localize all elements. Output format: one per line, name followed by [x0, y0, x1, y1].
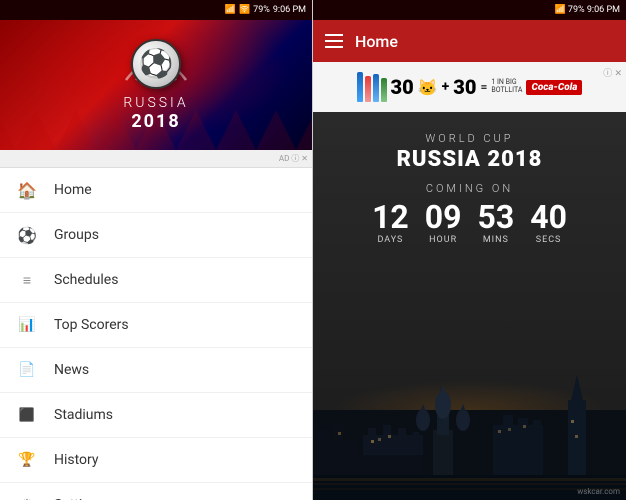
nav-item-settings[interactable]: ⚙ Settings [0, 483, 312, 500]
ad-close-button[interactable]: ⓘ ✕ [603, 66, 622, 79]
world-cup-info: WORLD CUP RUSSIA 2018 COMING ON [397, 112, 543, 195]
news-icon: 📄 [16, 359, 38, 381]
schedules-icon: ≡ [16, 269, 38, 291]
watermark: wskcar.com [577, 487, 620, 496]
countdown-secs: 40 SECS [530, 201, 567, 245]
nav-label-news: News [54, 362, 89, 378]
settings-icon: ⚙ [16, 494, 38, 500]
right-ad-banner: 30 🐱 + 30 = 1 IN BIG BOTLLITA Coca-Cola … [313, 62, 626, 112]
groups-icon: ⚽ [16, 224, 38, 246]
stadiums-icon: ⬛ [16, 404, 38, 426]
left-status-bar: 📶 🛜 79% 9:06 PM [0, 0, 312, 20]
nav-item-schedules[interactable]: ≡ Schedules [0, 258, 312, 303]
days-number: 12 [372, 201, 409, 233]
nav-label-schedules: Schedules [54, 272, 118, 288]
wc-title: RUSSIA 2018 [397, 147, 543, 172]
nav-item-top-scorers[interactable]: 📊 Top Scorers [0, 303, 312, 348]
mins-number: 53 [478, 201, 515, 233]
nav-item-news[interactable]: 📄 News [0, 348, 312, 393]
countdown-mins: 53 MINS [478, 201, 515, 245]
nav-item-groups[interactable]: ⚽ Groups [0, 213, 312, 258]
nav-label-groups: Groups [54, 227, 99, 243]
history-icon: 🏆 [16, 449, 38, 471]
ad-bottles [357, 72, 387, 102]
left-ad-bar: AD ⓘ ✕ [0, 150, 312, 168]
ad-small-text: 1 IN BIG BOTLLITA [491, 79, 522, 94]
ad-plus: + [442, 79, 450, 95]
secs-number: 40 [530, 201, 567, 233]
days-label: DAYS [372, 235, 409, 245]
moscow-skyline [313, 320, 626, 500]
wc-subtitle: WORLD CUP [397, 132, 543, 145]
ad-content: 30 🐱 + 30 = 1 IN BIG BOTLLITA Coca-Cola [357, 72, 583, 102]
bottle-1 [357, 72, 363, 102]
soccer-ball: ⚽ [131, 39, 181, 89]
right-status-bar: 📶 79% 9:06 PM [313, 0, 626, 20]
nav-item-stadiums[interactable]: ⬛ Stadiums [0, 393, 312, 438]
nav-label-stadiums: Stadiums [54, 407, 113, 423]
hours-label: HOUR [425, 235, 462, 245]
nav-menu: 🏠 Home ⚽ Groups ≡ Schedules 📊 Top Scorer… [0, 168, 312, 500]
nav-item-history[interactable]: 🏆 History [0, 438, 312, 483]
coming-on-label: COMING ON [397, 182, 543, 195]
nav-label-home: Home [54, 182, 92, 198]
header-image: ⚽ RUSSIA 2018 [0, 20, 312, 150]
mins-label: MINS [478, 235, 515, 245]
status-icons: 📶 🛜 79% 9:06 PM [225, 5, 306, 15]
home-icon: 🏠 [16, 179, 38, 201]
right-battery: 79% [568, 5, 585, 15]
battery-text: 79% [253, 5, 270, 15]
time-left: 9:06 PM [273, 5, 306, 15]
right-panel: 📶 79% 9:06 PM Home 30 🐱 + 30 = 1 IN BIG [313, 0, 626, 500]
right-time: 9:06 PM [587, 5, 620, 15]
wifi-icon: 🛜 [239, 5, 250, 15]
nav-label-history: History [54, 452, 99, 468]
top-bar-title: Home [355, 32, 398, 51]
bottle-2 [365, 76, 371, 102]
hours-number: 09 [425, 201, 462, 233]
app-top-bar: Home [313, 20, 626, 62]
coca-cola-logo: Coca-Cola [526, 80, 582, 95]
ad-label: AD ⓘ ✕ [279, 153, 308, 164]
header-brand: RUSSIA 2018 [123, 95, 188, 132]
right-status-icons: 📶 79% 9:06 PM [554, 5, 620, 15]
countdown-days: 12 DAYS [372, 201, 409, 245]
ad-emoji: 🐱 [418, 78, 438, 97]
countdown-timer: 12 DAYS 09 HOUR 53 MINS 40 SECS [372, 201, 567, 245]
bottle-4 [381, 78, 387, 102]
signal-icon: 📶 [225, 5, 236, 15]
countdown-hours: 09 HOUR [425, 201, 462, 245]
ad-line-2: BOTLLITA [491, 87, 522, 95]
ad-equals: = [480, 80, 487, 94]
ad-number-1: 30 [391, 75, 414, 99]
ad-number-2: 30 [453, 75, 476, 99]
year-label: 2018 [123, 111, 188, 132]
secs-label: SECS [530, 235, 567, 245]
bottle-3 [373, 74, 379, 102]
nav-label-top-scorers: Top Scorers [54, 317, 129, 333]
nav-item-home[interactable]: 🏠 Home [0, 168, 312, 213]
left-panel: 📶 🛜 79% 9:06 PM ⚽ RUSSIA 2018 AD ⓘ ✕ 🏠 H… [0, 0, 313, 500]
right-signal-icon: 📶 [554, 5, 565, 15]
main-content: WORLD CUP RUSSIA 2018 COMING ON 12 DAYS … [313, 112, 626, 500]
russia-label: RUSSIA [123, 95, 188, 111]
top-scorers-icon: 📊 [16, 314, 38, 336]
hamburger-menu[interactable] [325, 34, 343, 48]
